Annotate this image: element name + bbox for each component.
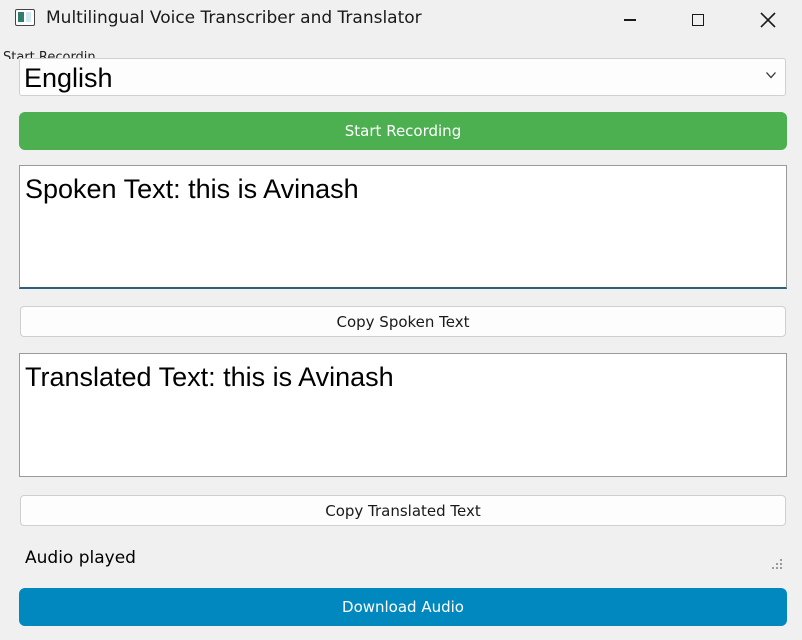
close-icon: [760, 12, 776, 28]
resize-grip-icon[interactable]: [772, 559, 784, 571]
title-bar[interactable]: Multilingual Voice Transcriber and Trans…: [0, 0, 802, 40]
translated-text-area[interactable]: Translated Text: this is Avinash: [19, 353, 787, 477]
maximize-icon: [692, 14, 704, 26]
app-window: Multilingual Voice Transcriber and Trans…: [0, 0, 802, 640]
minimize-button[interactable]: [607, 0, 653, 40]
maximize-button[interactable]: [675, 0, 721, 40]
language-selected-value: English: [24, 63, 113, 93]
start-recording-button[interactable]: Start Recording: [19, 112, 787, 150]
spoken-text-area[interactable]: Spoken Text: this is Avinash: [19, 165, 787, 289]
translated-text-content: Translated Text: this is Avinash: [25, 362, 394, 392]
copy-spoken-text-button[interactable]: Copy Spoken Text: [20, 306, 786, 337]
copy-translated-text-button[interactable]: Copy Translated Text: [20, 495, 786, 526]
window-title: Multilingual Voice Transcriber and Trans…: [46, 8, 422, 28]
close-button[interactable]: [745, 0, 791, 40]
download-audio-button[interactable]: Download Audio: [19, 588, 787, 626]
minimize-icon: [624, 19, 636, 21]
language-select[interactable]: English: [19, 58, 786, 96]
chevron-down-icon: [766, 72, 776, 79]
status-label: Audio played: [25, 548, 136, 568]
app-icon: [15, 9, 35, 26]
spoken-text-content: Spoken Text: this is Avinash: [25, 174, 359, 204]
